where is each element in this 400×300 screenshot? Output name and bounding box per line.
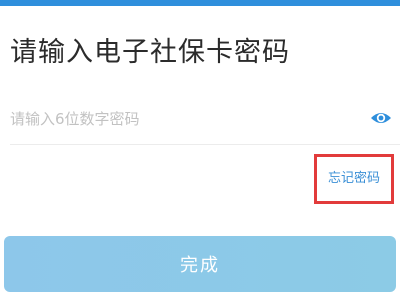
page-title: 请输入电子社保卡密码 [10,37,290,68]
eye-icon[interactable] [370,109,392,127]
top-accent-bar [0,0,400,6]
forgot-password-highlight: 忘记密码 [314,154,394,204]
done-button[interactable]: 完成 [4,236,396,292]
password-input[interactable] [10,104,350,134]
password-entry-screen: 请输入电子社保卡密码 忘记密码 完成 [0,0,400,300]
field-divider [10,144,400,145]
password-field-row [0,96,400,142]
forgot-password-link[interactable]: 忘记密码 [317,157,391,201]
